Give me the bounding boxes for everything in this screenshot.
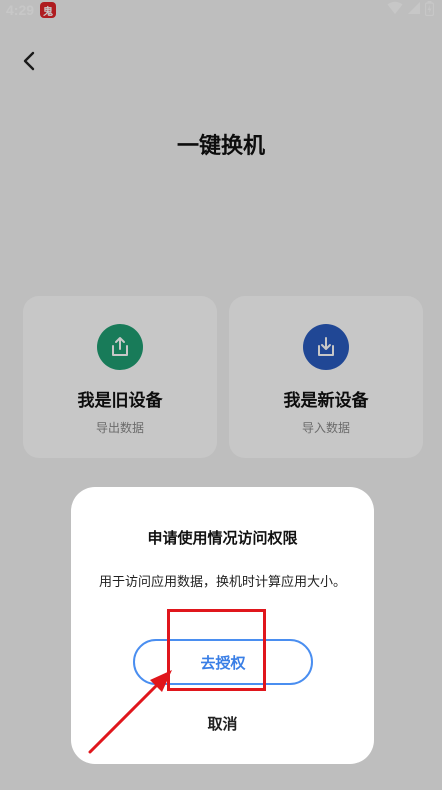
dialog-body: 用于访问应用数据，换机时计算应用大小。 [99, 575, 347, 590]
dialog-title: 申请使用情况访问权限 [147, 529, 298, 547]
annotation-arrow-icon [88, 670, 172, 754]
